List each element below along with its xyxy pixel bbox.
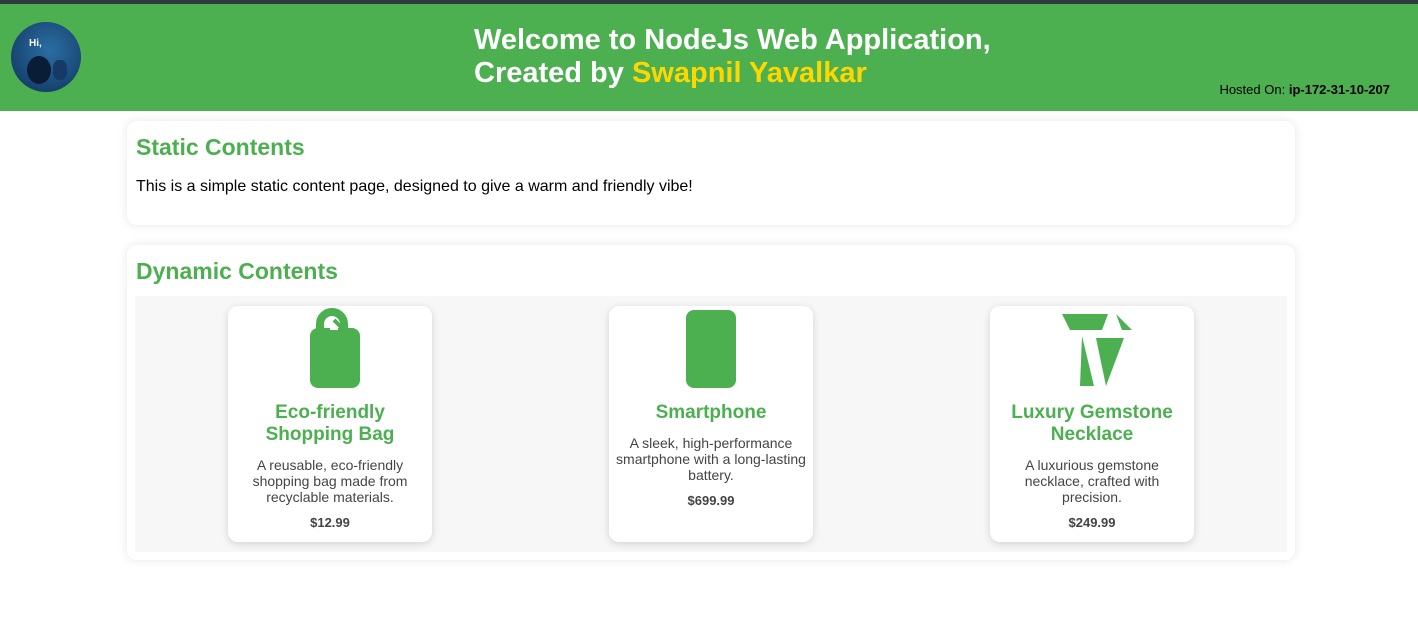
title-line-1: Welcome to NodeJs Web Application, [474,24,991,56]
product-card[interactable]: Luxury Gemstone Necklace A luxurious gem… [990,306,1194,542]
static-text: This is a simple static content page, de… [136,178,693,195]
smartphone-icon [686,310,736,388]
product-price: $699.99 [687,493,735,508]
avatar-text: Hi, [29,38,42,49]
product-description: A sleek, high-performance smartphone wit… [616,435,806,483]
avatar-arm [53,60,67,80]
product-description: A luxurious gemstone necklace, crafted w… [1024,457,1160,505]
product-description: A reusable, eco-friendly shopping bag ma… [252,457,408,505]
product-card[interactable]: Smartphone A sleek, high-performance sma… [609,306,813,542]
gem-icon [1062,314,1132,386]
dynamic-contents-card: Dynamic Contents Eco-friendly Shopping B… [127,245,1295,560]
hosted-label: Hosted On: [1219,82,1286,97]
avatar: Hi, [11,22,81,92]
hosted-value: ip-172-31-10-207 [1288,82,1390,97]
page-title: Welcome to NodeJs Web Application, Creat… [474,24,991,90]
hosted-on: Hosted On: ip-172-31-10-207 [1219,82,1390,97]
shopping-bag-icon [310,308,360,388]
product-name: Smartphone [655,402,767,423]
avatar-figure [27,56,51,84]
dynamic-heading: Dynamic Contents [136,258,338,284]
site-header: Hi, Welcome to NodeJs Web Application, C… [0,4,1418,111]
product-list: Eco-friendly Shopping Bag A reusable, ec… [135,296,1287,552]
title-line-2: Created by Swapnil Yavalkar [474,57,991,90]
product-name: Eco-friendly Shopping Bag [265,402,395,445]
product-name: Luxury Gemstone Necklace [1011,402,1173,445]
author-name: Swapnil Yavalkar [631,57,867,89]
product-card[interactable]: Eco-friendly Shopping Bag A reusable, ec… [228,306,432,542]
static-heading: Static Contents [136,134,305,160]
product-price: $12.99 [310,515,350,530]
static-contents-card: Static Contents This is a simple static … [127,121,1295,225]
product-price: $249.99 [1068,515,1116,530]
title-created-by: Created by [474,57,624,89]
